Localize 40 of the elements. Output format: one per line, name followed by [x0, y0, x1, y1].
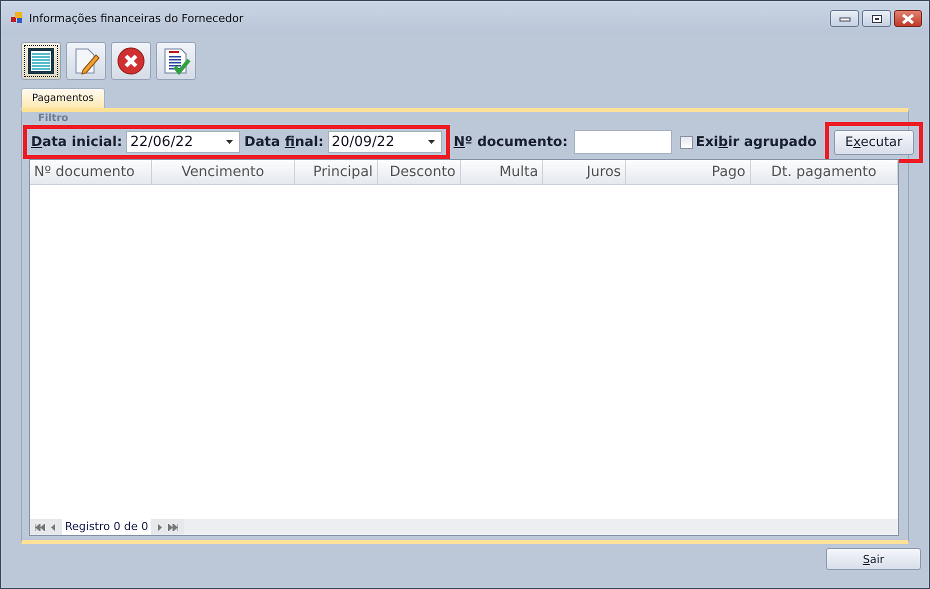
- column-header[interactable]: Multa: [460, 160, 544, 184]
- previous-icon[interactable]: [51, 524, 56, 530]
- minimize-icon: [838, 16, 850, 22]
- field-label: Nº documento:: [454, 134, 568, 150]
- column-header[interactable]: Dt. pagamento: [750, 160, 898, 184]
- edit-button[interactable]: [66, 42, 106, 80]
- tab[interactable]: Pagamentos: [21, 88, 105, 108]
- list-button[interactable]: [21, 42, 61, 80]
- date-field[interactable]: 22/06/22: [126, 131, 240, 153]
- date-field[interactable]: 20/09/22: [328, 131, 442, 153]
- group-title: Filtro: [36, 113, 70, 124]
- close-icon: [901, 14, 915, 24]
- next-icon[interactable]: [157, 524, 162, 530]
- column-header[interactable]: Juros: [543, 160, 626, 184]
- app-icon: [11, 12, 23, 24]
- dropdown-icon: [226, 140, 234, 144]
- maximize-icon: [870, 14, 882, 24]
- exit-button[interactable]: Sair: [826, 548, 921, 570]
- close-button[interactable]: [894, 10, 922, 27]
- delete-button[interactable]: [111, 42, 151, 80]
- last-icon[interactable]: [168, 524, 178, 530]
- horizontal-scrollbar[interactable]: [184, 519, 898, 535]
- report-button[interactable]: [156, 42, 196, 80]
- column-header[interactable]: Pago: [626, 160, 751, 184]
- checkbox-label: Exibir agrupado: [696, 134, 817, 150]
- column-header[interactable]: Vencimento: [152, 160, 296, 184]
- minimize-button[interactable]: [830, 10, 859, 27]
- window-title: Informações financeiras do Fornecedor: [29, 12, 244, 24]
- column-header[interactable]: Desconto: [378, 160, 461, 184]
- field-label: Data inicial:: [31, 134, 122, 150]
- field-label: Data final:: [244, 134, 324, 150]
- maximize-button[interactable]: [862, 10, 891, 27]
- first-icon[interactable]: [35, 524, 45, 530]
- checkbox[interactable]: [680, 136, 693, 148]
- column-header[interactable]: Nº documento: [30, 160, 152, 184]
- dropdown-icon: [428, 140, 435, 144]
- column-header[interactable]: Principal: [295, 160, 378, 184]
- execute-button[interactable]: Executar: [834, 130, 914, 154]
- document-field[interactable]: [574, 130, 672, 154]
- record-counter: Registro 0 de 0: [62, 519, 152, 535]
